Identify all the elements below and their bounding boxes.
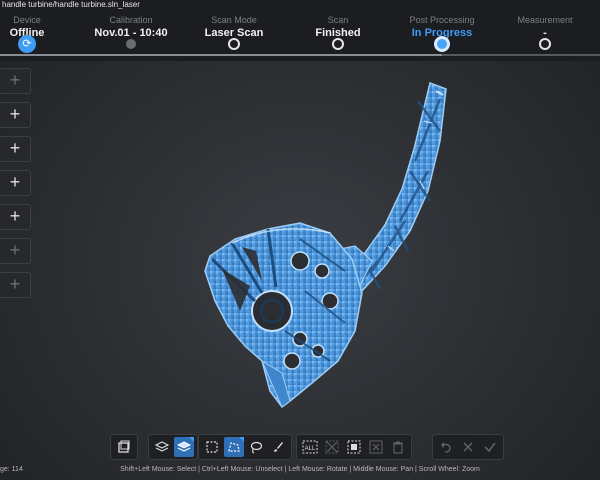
plus-icon: +: [9, 240, 21, 260]
select-all-icon: ALL: [302, 440, 318, 454]
layers-selected-button[interactable]: [174, 437, 194, 457]
select-all-label: ALL: [305, 446, 316, 452]
scanned-mesh-model[interactable]: [0, 61, 600, 431]
rectangle-select-icon: [206, 441, 218, 453]
step-dot-icon: [126, 39, 136, 49]
trash-icon: [393, 441, 403, 454]
invert-selection-icon: [325, 440, 339, 454]
layers-button[interactable]: [152, 437, 172, 457]
layer-tool-group: [148, 434, 198, 460]
select-connected-icon: [347, 440, 361, 454]
selection-action-group: ALL: [296, 434, 412, 460]
plus-icon: +: [9, 70, 21, 90]
3d-viewport[interactable]: [0, 61, 600, 431]
step-measurement-label: Measurement: [517, 15, 573, 25]
add-tool-button-1[interactable]: +: [0, 68, 31, 94]
step-calibration[interactable]: Calibration Nov.01 - 10:40: [71, 11, 191, 49]
step-measurement[interactable]: Measurement -: [485, 11, 600, 50]
undo-icon: [441, 442, 451, 453]
step-scan[interactable]: Scan Finished: [278, 11, 398, 50]
step-current-dot-icon: [434, 36, 450, 52]
rectangle-select-button[interactable]: [202, 437, 222, 457]
layers-icon: [155, 441, 169, 452]
add-tool-button-7[interactable]: +: [0, 272, 31, 298]
step-scan-label: Scan: [327, 15, 349, 25]
window-title: handle turbine/handle turbine.sln_laser: [0, 0, 600, 11]
brush-select-button[interactable]: [268, 437, 288, 457]
deselect-button[interactable]: [366, 437, 386, 457]
view-tool-group: [110, 434, 138, 460]
mouse-hint-text: Shift+Left Mouse: Select | Ctrl+Left Mou…: [120, 466, 480, 473]
step-dot-icon: [332, 38, 344, 50]
step-post-processing[interactable]: Post Processing In Progress: [382, 11, 502, 52]
cancel-icon: [463, 442, 473, 452]
polygon-select-button[interactable]: [224, 437, 244, 457]
crop-box-button[interactable]: [114, 437, 134, 457]
step-calibration-value: Nov.01 - 10:40: [94, 27, 168, 39]
refresh-icon[interactable]: ⟳: [18, 35, 36, 53]
brush-select-icon: [274, 442, 283, 452]
add-tool-button-4[interactable]: +: [0, 170, 31, 196]
add-tool-button-3[interactable]: +: [0, 136, 31, 162]
plus-icon: +: [9, 104, 21, 124]
lasso-select-button[interactable]: [246, 437, 266, 457]
apply-check-icon: [484, 442, 496, 453]
step-calibration-label: Calibration: [109, 15, 153, 25]
step-dot-icon: [539, 38, 551, 50]
undo-button[interactable]: [436, 437, 456, 457]
layers-selected-icon: [177, 441, 191, 452]
polygon-select-icon: [228, 442, 240, 452]
plus-icon: +: [9, 138, 21, 158]
delete-button[interactable]: [388, 437, 408, 457]
add-tool-button-6[interactable]: +: [0, 238, 31, 264]
selection-mode-group: [198, 434, 292, 460]
invert-selection-button[interactable]: [322, 437, 342, 457]
deselect-icon: [369, 440, 383, 454]
plus-icon: +: [9, 274, 21, 294]
add-tool-button-5[interactable]: +: [0, 204, 31, 230]
add-tool-button-2[interactable]: +: [0, 102, 31, 128]
cancel-button[interactable]: [458, 437, 478, 457]
step-post-processing-label: Post Processing: [409, 15, 475, 25]
plus-icon: +: [9, 172, 21, 192]
workflow-step-bar: Device Offline ⟳ Calibration Nov.01 - 10…: [0, 11, 600, 61]
crop-box-icon: [118, 440, 130, 453]
step-scan-mode[interactable]: Scan Mode Laser Scan: [174, 11, 294, 50]
step-scan-mode-label: Scan Mode: [211, 15, 257, 25]
plus-icon: +: [9, 206, 21, 226]
step-dot-icon: [228, 38, 240, 50]
lasso-select-icon: [250, 441, 263, 454]
progress-completed-track: [0, 54, 442, 56]
apply-button[interactable]: [480, 437, 500, 457]
select-connected-button[interactable]: [344, 437, 364, 457]
select-all-button[interactable]: ALL: [300, 437, 320, 457]
confirm-action-group: [432, 434, 504, 460]
status-page-indicator: ge: 114: [0, 466, 23, 473]
